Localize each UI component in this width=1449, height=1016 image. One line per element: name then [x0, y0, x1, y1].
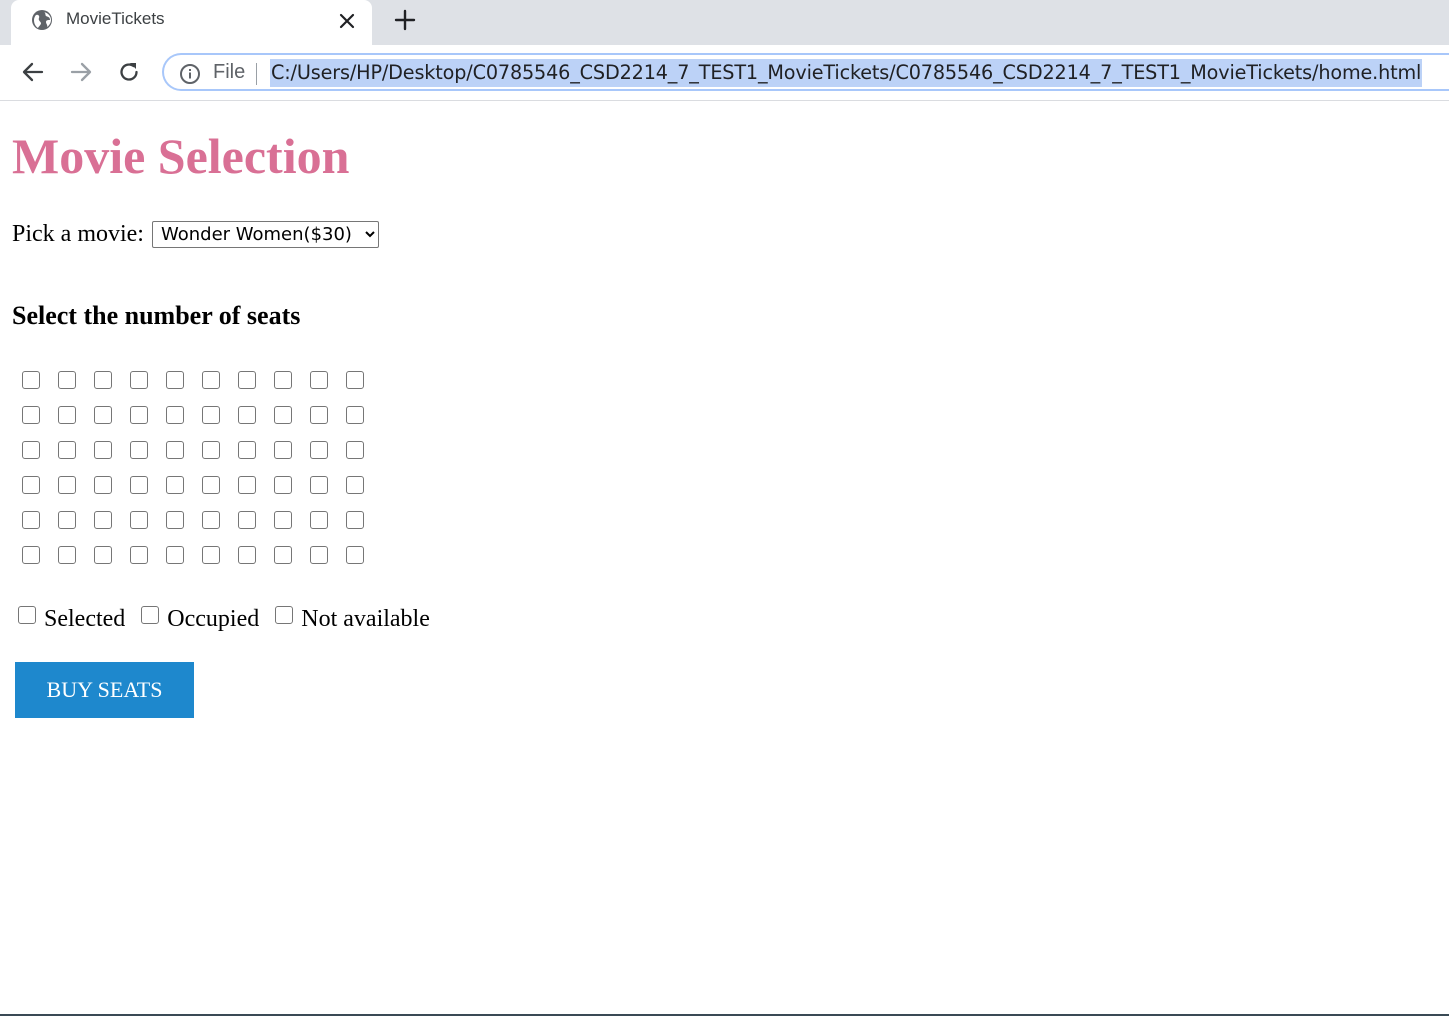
- seat-checkbox[interactable]: [346, 371, 364, 389]
- seat-checkbox[interactable]: [346, 476, 364, 494]
- url-text[interactable]: C:/Users/HP/Desktop/C0785546_CSD2214_7_T…: [270, 59, 1423, 87]
- seat-checkbox[interactable]: [202, 441, 220, 459]
- seat-checkbox[interactable]: [22, 511, 40, 529]
- movie-picker-label: Pick a movie:: [12, 220, 144, 247]
- seat-checkbox[interactable]: [58, 546, 76, 564]
- seat-checkbox[interactable]: [22, 546, 40, 564]
- back-arrow-icon[interactable]: [20, 59, 46, 85]
- seat-checkbox[interactable]: [238, 406, 256, 424]
- seat-grid: [22, 371, 382, 581]
- omnibox-divider: [256, 63, 257, 85]
- seat-checkbox[interactable]: [58, 511, 76, 529]
- movie-select[interactable]: Wonder Women($30): [151, 220, 379, 248]
- seat-checkbox[interactable]: [130, 441, 148, 459]
- globe-icon: [32, 10, 52, 30]
- seat-checkbox[interactable]: [58, 406, 76, 424]
- scheme-label: File: [213, 61, 246, 83]
- seat-checkbox[interactable]: [346, 511, 364, 529]
- new-tab-icon[interactable]: [393, 8, 417, 32]
- seat-checkbox[interactable]: [310, 441, 328, 459]
- seat-checkbox[interactable]: [166, 441, 184, 459]
- seat-checkbox[interactable]: [58, 476, 76, 494]
- seat-checkbox[interactable]: [130, 371, 148, 389]
- info-icon[interactable]: [179, 63, 201, 85]
- seat-checkbox[interactable]: [58, 371, 76, 389]
- seat-checkbox[interactable]: [202, 476, 220, 494]
- legend-selected-checkbox[interactable]: [18, 606, 36, 624]
- forward-arrow-icon[interactable]: [68, 59, 94, 85]
- seat-checkbox[interactable]: [238, 441, 256, 459]
- seat-checkbox[interactable]: [238, 546, 256, 564]
- close-icon[interactable]: [337, 11, 357, 31]
- seat-checkbox[interactable]: [274, 476, 292, 494]
- seat-checkbox[interactable]: [274, 441, 292, 459]
- seat-checkbox[interactable]: [130, 476, 148, 494]
- seat-checkbox[interactable]: [166, 511, 184, 529]
- seat-checkbox[interactable]: [310, 371, 328, 389]
- seat-legend: Selected Occupied Not available: [18, 606, 440, 633]
- legend-occupied-label: Occupied: [167, 606, 260, 632]
- address-bar[interactable]: File C:/Users/HP/Desktop/C0785546_CSD221…: [162, 53, 1449, 91]
- seat-checkbox[interactable]: [130, 406, 148, 424]
- movie-picker: Pick a movie: Wonder Women($30): [12, 220, 379, 248]
- seat-checkbox[interactable]: [238, 476, 256, 494]
- seat-checkbox[interactable]: [94, 371, 112, 389]
- seat-checkbox[interactable]: [94, 546, 112, 564]
- seat-checkbox[interactable]: [202, 546, 220, 564]
- legend-not-available-label: Not available: [301, 606, 430, 632]
- buy-seats-button[interactable]: BUY SEATS: [15, 662, 194, 718]
- legend-occupied-checkbox[interactable]: [141, 606, 160, 624]
- seat-checkbox[interactable]: [202, 371, 220, 389]
- seat-checkbox[interactable]: [94, 511, 112, 529]
- seat-checkbox[interactable]: [58, 441, 76, 459]
- seat-checkbox[interactable]: [238, 511, 256, 529]
- tab-strip: MovieTickets: [0, 0, 1449, 45]
- seat-checkbox[interactable]: [310, 546, 328, 564]
- seat-checkbox[interactable]: [346, 441, 364, 459]
- browser-tab[interactable]: MovieTickets: [11, 0, 372, 45]
- browser-toolbar: File C:/Users/HP/Desktop/C0785546_CSD221…: [0, 45, 1449, 101]
- seat-checkbox[interactable]: [166, 371, 184, 389]
- seat-checkbox[interactable]: [310, 406, 328, 424]
- seat-checkbox[interactable]: [166, 406, 184, 424]
- seat-checkbox[interactable]: [346, 406, 364, 424]
- seat-checkbox[interactable]: [310, 511, 328, 529]
- seat-checkbox[interactable]: [22, 371, 40, 389]
- seat-checkbox[interactable]: [94, 441, 112, 459]
- seat-checkbox[interactable]: [274, 406, 292, 424]
- seat-checkbox[interactable]: [274, 546, 292, 564]
- page-title: Movie Selection: [12, 128, 350, 184]
- seat-checkbox[interactable]: [238, 371, 256, 389]
- seat-checkbox[interactable]: [202, 511, 220, 529]
- seat-checkbox[interactable]: [274, 371, 292, 389]
- seat-checkbox[interactable]: [22, 476, 40, 494]
- seat-checkbox[interactable]: [94, 476, 112, 494]
- seat-checkbox[interactable]: [274, 511, 292, 529]
- seat-checkbox[interactable]: [310, 476, 328, 494]
- tab-title: MovieTickets: [66, 9, 165, 28]
- seat-checkbox[interactable]: [94, 406, 112, 424]
- seat-checkbox[interactable]: [202, 406, 220, 424]
- seat-checkbox[interactable]: [166, 476, 184, 494]
- seat-checkbox[interactable]: [166, 546, 184, 564]
- seat-checkbox[interactable]: [22, 406, 40, 424]
- seat-checkbox[interactable]: [130, 511, 148, 529]
- seat-checkbox[interactable]: [346, 546, 364, 564]
- reload-icon[interactable]: [116, 59, 142, 85]
- seat-checkbox[interactable]: [22, 441, 40, 459]
- seats-heading: Select the number of seats: [12, 301, 301, 330]
- legend-selected-label: Selected: [44, 606, 126, 632]
- seat-checkbox[interactable]: [130, 546, 148, 564]
- legend-not-available-checkbox[interactable]: [275, 606, 294, 624]
